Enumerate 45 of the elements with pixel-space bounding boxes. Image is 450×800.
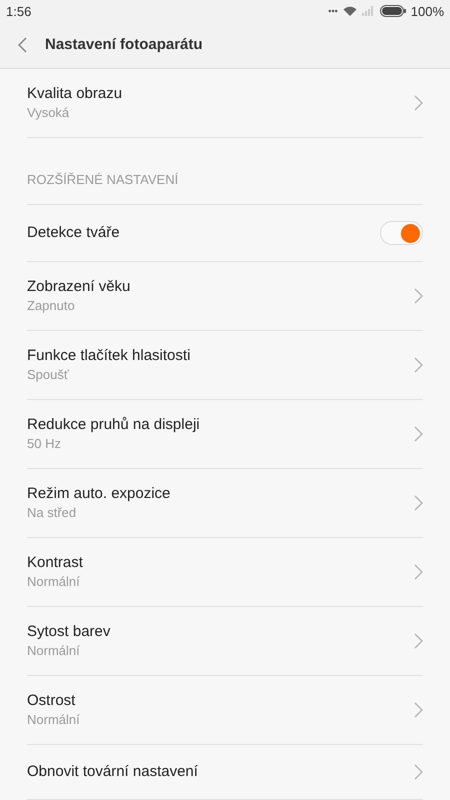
section-header: ROZŠÍŘENÉ NASTAVENÍ <box>27 172 178 187</box>
setting-row[interactable]: Ostrost Normální <box>27 676 423 745</box>
setting-value: Vysoká <box>27 104 70 122</box>
chevron-right-icon <box>413 426 423 442</box>
setting-row[interactable]: Redukce pruhů na displeji 50 Hz <box>27 400 423 469</box>
toggle-switch[interactable] <box>380 221 423 245</box>
setting-value: Na střed <box>27 504 78 522</box>
setting-title: Detekce tváře <box>27 222 120 243</box>
setting-row[interactable]: Obnovit tovární nastavení <box>27 745 423 800</box>
setting-value: Spoušť <box>27 366 70 384</box>
setting-value: Zapnuto <box>27 297 76 315</box>
chevron-right-icon <box>413 95 423 111</box>
chevron-right-icon <box>413 564 423 580</box>
page-title: Nastavení fotoaparátu <box>45 35 203 56</box>
setting-title: Kontrast <box>27 553 83 573</box>
setting-value: Normální <box>27 642 81 660</box>
setting-value: 50 Hz <box>27 435 62 453</box>
wifi-icon <box>342 6 357 17</box>
chevron-right-icon <box>413 633 423 649</box>
chevron-right-icon <box>413 764 423 780</box>
setting-row[interactable]: Funkce tlačítek hlasitosti Spoušť <box>27 331 423 400</box>
chevron-right-icon <box>413 702 423 718</box>
chevron-right-icon <box>413 288 423 304</box>
setting-value: Normální <box>27 573 81 591</box>
setting-title: Sytost barev <box>27 622 110 642</box>
status-time: 1:56 <box>6 2 32 21</box>
setting-row[interactable]: Kvalita obrazu Vysoká <box>27 69 423 138</box>
setting-value: Normální <box>27 711 80 729</box>
setting-row[interactable]: Zobrazení věku Zapnuto <box>27 262 423 331</box>
setting-title: Zobrazení věku <box>27 277 130 297</box>
signal-icon <box>362 6 375 16</box>
more-dots: ••• <box>328 4 338 18</box>
chevron-right-icon <box>413 357 423 373</box>
setting-title: Ostrost <box>27 691 76 711</box>
setting-row[interactable]: Sytost barev Normální <box>27 607 423 676</box>
battery-percent: 100% <box>410 2 444 21</box>
setting-row[interactable]: Kontrast Normální <box>27 538 423 607</box>
setting-title: Funkce tlačítek hlasitosti <box>27 346 190 366</box>
setting-title: Obnovit tovární nastavení <box>27 762 198 782</box>
setting-title: Režim auto. expozice <box>27 484 170 504</box>
chevron-right-icon <box>413 495 423 511</box>
setting-row[interactable]: Režim auto. expozice Na střed <box>27 469 423 538</box>
setting-title: Redukce pruhů na displeji <box>27 415 200 435</box>
battery-icon <box>380 5 406 18</box>
setting-title: Kvalita obrazu <box>27 84 122 104</box>
